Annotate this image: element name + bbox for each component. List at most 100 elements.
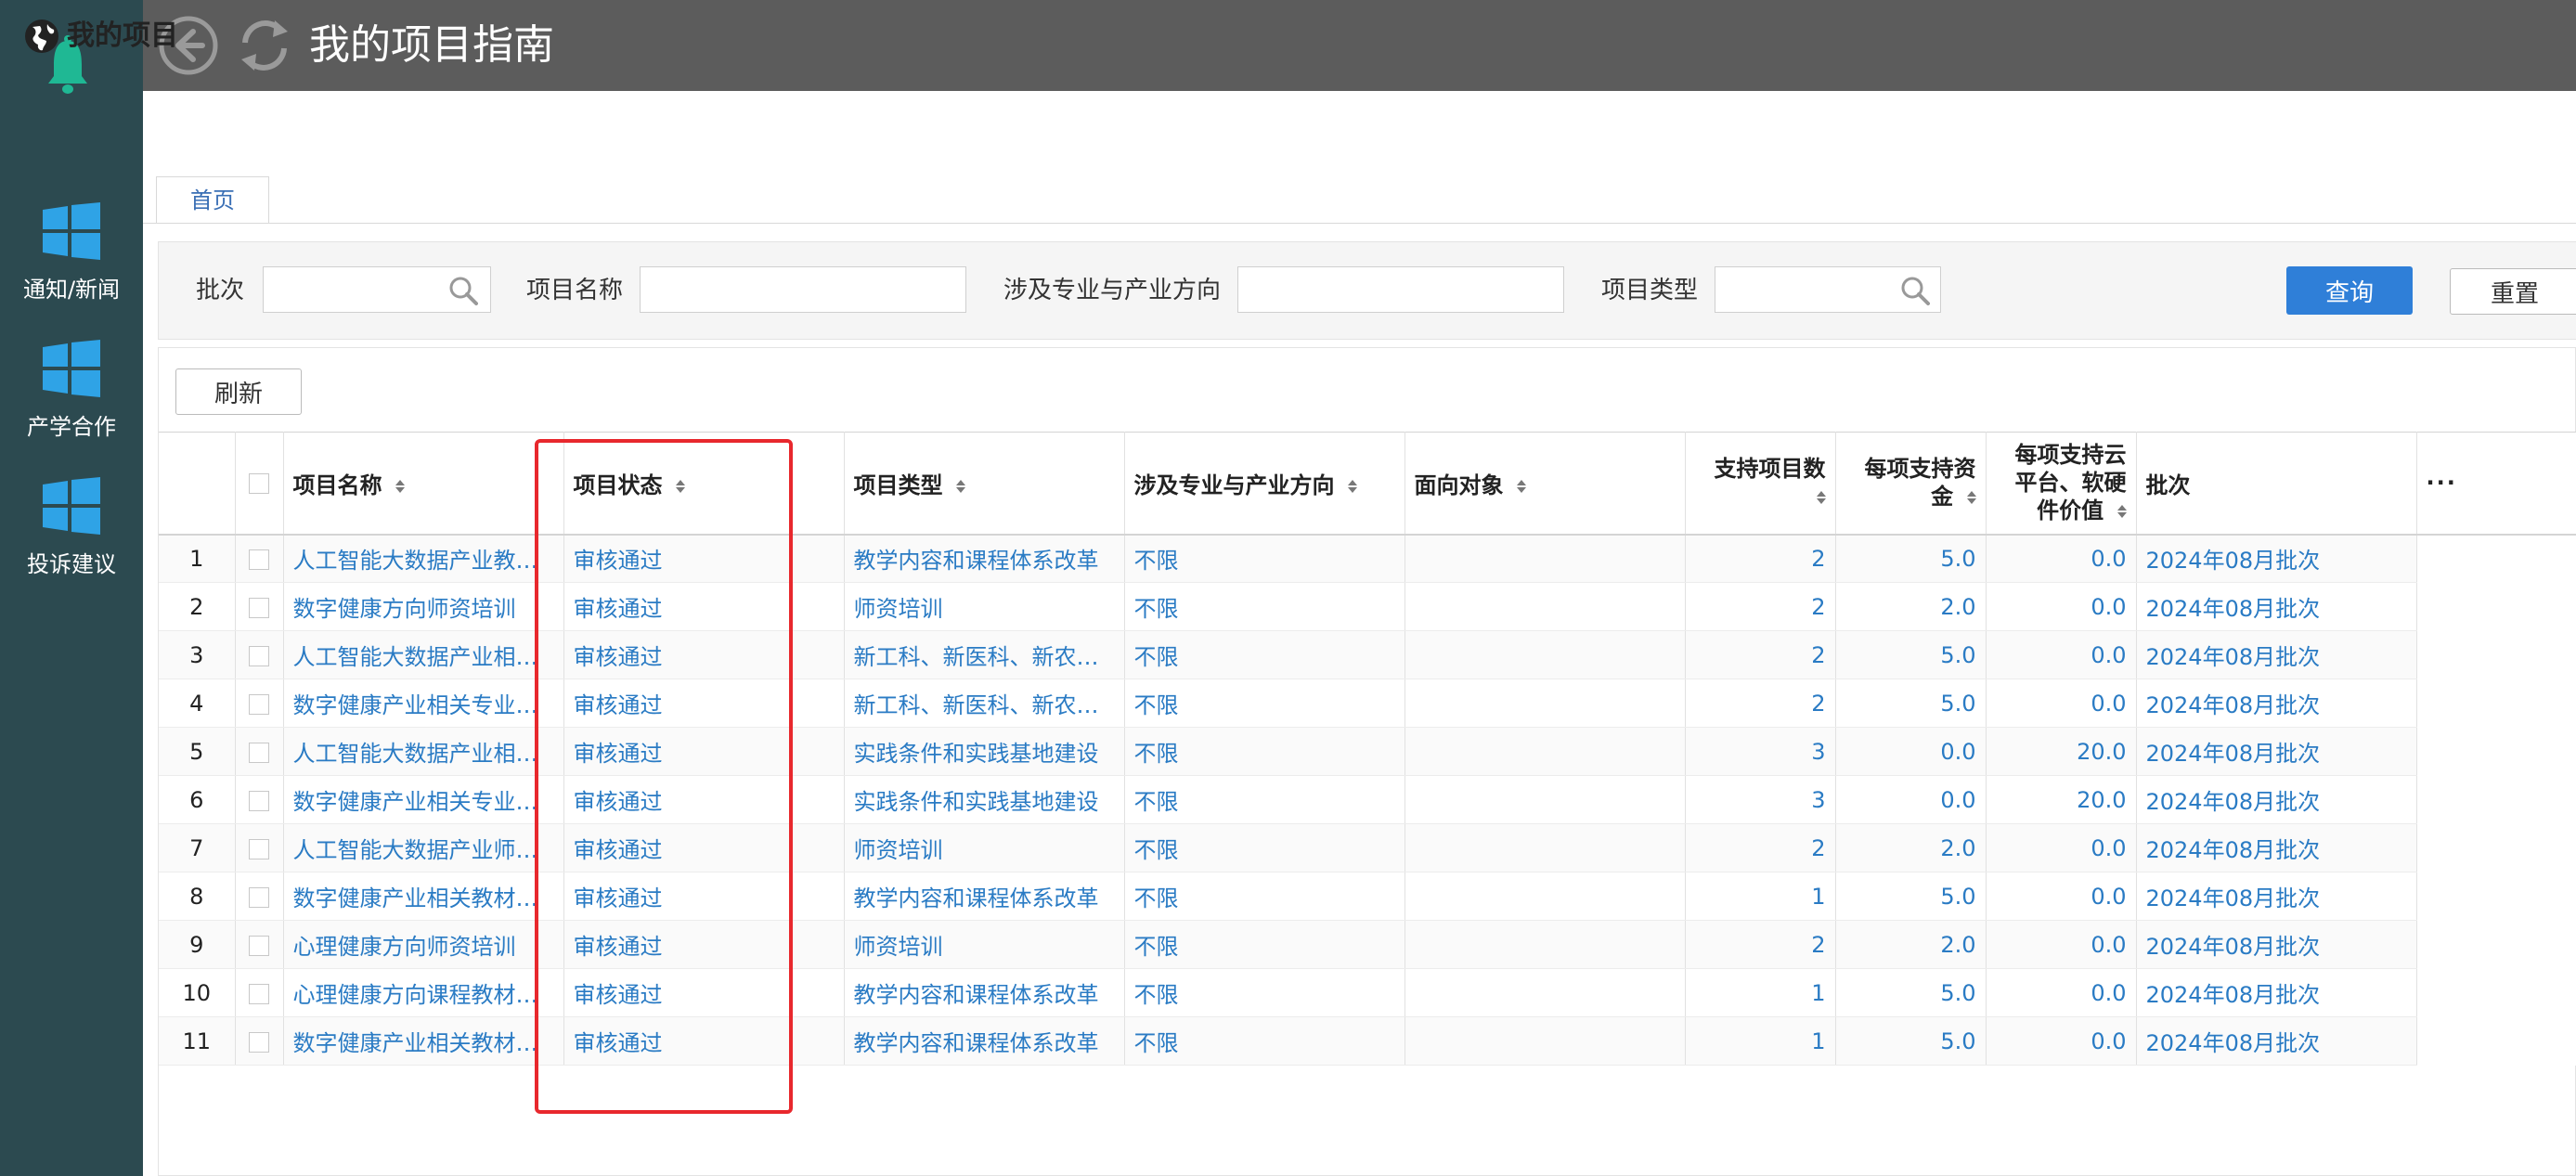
cell-count[interactable]: 1 xyxy=(1685,872,1836,921)
cell-type[interactable]: 教学内容和课程体系改革 xyxy=(844,872,1125,921)
cell-cloud[interactable]: 0.0 xyxy=(1986,968,2137,1017)
cell-target[interactable] xyxy=(1405,920,1686,969)
cell-funding[interactable]: 2.0 xyxy=(1835,823,1987,872)
cell-count[interactable]: 2 xyxy=(1685,630,1836,679)
sidebar-item-complaint[interactable]: 投诉建议 xyxy=(0,477,143,578)
cell-major[interactable]: 不限 xyxy=(1124,534,1405,583)
cell-type[interactable]: 实践条件和实践基地建设 xyxy=(844,727,1125,776)
cell-batch[interactable]: 2024年08月批次 xyxy=(2136,534,2417,583)
cell-name[interactable]: 人工智能大数据产业师资培训 xyxy=(283,823,564,872)
cell-funding[interactable]: 0.0 xyxy=(1835,727,1987,776)
row-checkbox[interactable] xyxy=(249,983,269,1004)
cell-funding[interactable]: 0.0 xyxy=(1835,775,1987,824)
cell-cloud[interactable]: 0.0 xyxy=(1986,920,2137,969)
cell-target[interactable] xyxy=(1405,823,1686,872)
cell-cloud[interactable]: 0.0 xyxy=(1986,678,2137,728)
table-row[interactable]: 2 数字健康方向师资培训 审核通过 师资培训 不限 2 2.0 0.0 2024年08月批次 xyxy=(159,582,2576,631)
cell-count[interactable]: 2 xyxy=(1685,582,1836,631)
cell-name[interactable]: 数字健康方向师资培训 xyxy=(283,582,564,631)
cell-target[interactable] xyxy=(1405,582,1686,631)
cell-target[interactable] xyxy=(1405,1016,1686,1066)
cell-name[interactable]: 数字健康产业相关专业建设 xyxy=(283,678,564,728)
cell-cloud[interactable]: 0.0 xyxy=(1986,872,2137,921)
cell-name[interactable]: 数字健康产业相关教材建设 xyxy=(283,1016,564,1066)
refresh-icon[interactable] xyxy=(234,15,295,76)
cell-type[interactable]: 新工科、新医科、新农科、新文科建设 xyxy=(844,630,1125,679)
cell-major[interactable]: 不限 xyxy=(1124,582,1405,631)
cell-status[interactable]: 审核通过 xyxy=(563,968,845,1017)
cell-type[interactable]: 师资培训 xyxy=(844,920,1125,969)
column-header-batch[interactable]: 批次 xyxy=(2136,432,2417,536)
cell-batch[interactable]: 2024年08月批次 xyxy=(2136,630,2417,679)
cell-type[interactable]: 师资培训 xyxy=(844,823,1125,872)
row-checkbox[interactable] xyxy=(249,742,269,763)
row-checkbox[interactable] xyxy=(249,838,269,859)
cell-type[interactable]: 新工科、新医科、新农科、新文科建设 xyxy=(844,678,1125,728)
column-more-menu[interactable]: ··· xyxy=(2416,432,2576,536)
cell-cloud[interactable]: 0.0 xyxy=(1986,1016,2137,1066)
cell-funding[interactable]: 5.0 xyxy=(1835,534,1987,583)
major-input[interactable] xyxy=(1237,266,1564,313)
cell-count[interactable]: 3 xyxy=(1685,727,1836,776)
cell-cloud[interactable]: 0.0 xyxy=(1986,582,2137,631)
cell-cloud[interactable]: 0.0 xyxy=(1986,630,2137,679)
column-header-major[interactable]: 涉及专业与产业方向 xyxy=(1124,432,1405,536)
cell-funding[interactable]: 5.0 xyxy=(1835,678,1987,728)
cell-name[interactable]: 数字健康产业相关专业实践基地建设 xyxy=(283,775,564,824)
cell-target[interactable] xyxy=(1405,968,1686,1017)
table-row[interactable]: 3 人工智能大数据产业相关专业建设审核通过新工科、新医科、新农科、新文科建设不限 2… xyxy=(159,630,2576,679)
table-row[interactable]: 5人工智能大数据产业相关实践基地建设审核通过实践条件和实践基地建设不限30.02… xyxy=(159,727,2576,776)
cell-major[interactable]: 不限 xyxy=(1124,1016,1405,1066)
cell-major[interactable]: 不限 xyxy=(1124,775,1405,824)
cell-status[interactable]: 审核通过 xyxy=(563,534,845,583)
project-name-input[interactable] xyxy=(640,266,966,313)
cell-target[interactable] xyxy=(1405,534,1686,583)
cell-funding[interactable]: 2.0 xyxy=(1835,920,1987,969)
cell-target[interactable] xyxy=(1405,872,1686,921)
sort-icon[interactable] xyxy=(2116,505,2127,519)
cell-name[interactable]: 人工智能大数据产业相关实践基地建设 xyxy=(283,727,564,776)
sort-icon[interactable] xyxy=(955,479,965,493)
row-checkbox[interactable] xyxy=(249,886,269,908)
cell-count[interactable]: 1 xyxy=(1685,968,1836,1017)
cell-batch[interactable]: 2024年08月批次 xyxy=(2136,727,2417,776)
sidebar-item-cooperation[interactable]: 产学合作 xyxy=(0,340,143,441)
search-icon[interactable] xyxy=(448,276,478,305)
cell-status[interactable]: 审核通过 xyxy=(563,920,845,969)
column-header-type[interactable]: 项目类型 xyxy=(844,432,1125,536)
cell-target[interactable] xyxy=(1405,775,1686,824)
cell-type[interactable]: 师资培训 xyxy=(844,582,1125,631)
cell-funding[interactable]: 5.0 xyxy=(1835,968,1987,1017)
cell-name[interactable]: 人工智能大数据产业教材建设 xyxy=(283,534,564,583)
cell-batch[interactable]: 2024年08月批次 xyxy=(2136,678,2417,728)
cell-major[interactable]: 不限 xyxy=(1124,823,1405,872)
cell-batch[interactable]: 2024年08月批次 xyxy=(2136,920,2417,969)
cell-status[interactable]: 审核通过 xyxy=(563,775,845,824)
select-all-checkbox[interactable] xyxy=(249,473,269,495)
cell-funding[interactable]: 5.0 xyxy=(1835,630,1987,679)
table-row[interactable]: 11 数字健康产业相关教材建设 审核通过 教学内容和课程体系改革 不限 1 5.0 0.0 20… xyxy=(159,1016,2576,1066)
table-row[interactable]: 1 人工智能大数据产业教材建设 审核通过 教学内容和课程体系改革 不限 2 5.0 0.0 20… xyxy=(159,534,2576,583)
cell-status[interactable]: 审核通过 xyxy=(563,727,845,776)
cell-cloud[interactable]: 20.0 xyxy=(1986,727,2137,776)
cell-name[interactable]: 心理健康方向师资培训 xyxy=(283,920,564,969)
cell-major[interactable]: 不限 xyxy=(1124,872,1405,921)
table-row[interactable]: 10 心理健康方向课程教材建设 审核通过 教学内容和课程体系改革 不限 1 5.0 0.0 20… xyxy=(159,968,2576,1017)
table-row[interactable]: 6数字健康产业相关专业实践基地建设审核通过实践条件和实践基地建设不限30.020… xyxy=(159,775,2576,824)
cell-batch[interactable]: 2024年08月批次 xyxy=(2136,968,2417,1017)
cell-major[interactable]: 不限 xyxy=(1124,678,1405,728)
cell-batch[interactable]: 2024年08月批次 xyxy=(2136,775,2417,824)
column-header-name[interactable]: 项目名称 xyxy=(283,432,564,536)
cell-batch[interactable]: 2024年08月批次 xyxy=(2136,872,2417,921)
row-checkbox[interactable] xyxy=(249,790,269,811)
sort-icon[interactable] xyxy=(1347,479,1357,493)
cell-batch[interactable]: 2024年08月批次 xyxy=(2136,1016,2417,1066)
tab-home[interactable]: 首页 xyxy=(156,176,269,224)
cell-count[interactable]: 3 xyxy=(1685,775,1836,824)
row-checkbox[interactable] xyxy=(249,597,269,618)
cell-name[interactable]: 心理健康方向课程教材建设 xyxy=(283,968,564,1017)
cell-funding[interactable]: 5.0 xyxy=(1835,872,1987,921)
column-header-funding[interactable]: 每项支持资金 xyxy=(1835,432,1987,536)
cell-cloud[interactable]: 0.0 xyxy=(1986,534,2137,583)
sidebar-item-notice[interactable]: 通知/新闻 xyxy=(0,202,143,304)
